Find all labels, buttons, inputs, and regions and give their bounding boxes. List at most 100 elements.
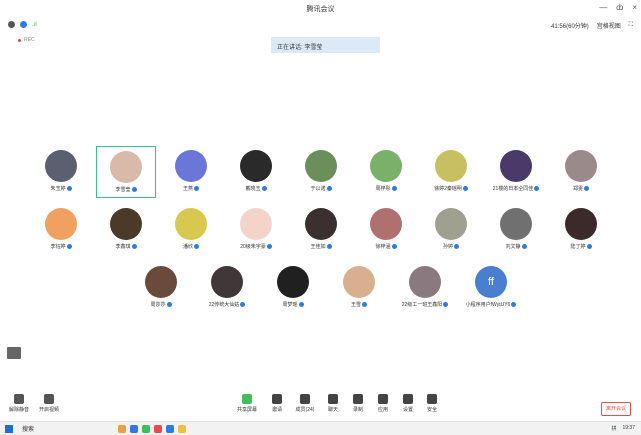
members-button[interactable]: 成员(24) bbox=[290, 394, 320, 413]
participant-name-label: 周梦瑶 bbox=[282, 302, 298, 308]
participant-tile[interactable]: 徐梓涵 bbox=[356, 204, 416, 256]
participant-tile[interactable]: 王燕 bbox=[161, 146, 221, 198]
windows-start-icon[interactable] bbox=[5, 425, 13, 433]
mic-muted-icon bbox=[521, 244, 527, 249]
signal-icon: .ıl bbox=[32, 21, 37, 28]
app-icon[interactable] bbox=[142, 425, 150, 433]
start-video-button[interactable]: 开启视频 bbox=[34, 394, 64, 413]
window-title: 腾讯会议 bbox=[306, 6, 335, 13]
participant-tile[interactable]: 21楼的日本仝同佳 bbox=[486, 146, 546, 198]
mic-muted-icon bbox=[266, 244, 272, 249]
participant-tile[interactable]: 周梓彤 bbox=[356, 146, 416, 198]
participant-tile[interactable]: 王佳如 bbox=[291, 204, 351, 256]
participant-name: 王雪 bbox=[329, 301, 389, 308]
participant-tile[interactable]: 刘文静 bbox=[486, 204, 546, 256]
participant-tile[interactable]: 李鑫琪 bbox=[96, 204, 156, 256]
avatar bbox=[435, 150, 467, 182]
participant-name-label: 李钰婷 bbox=[50, 244, 66, 250]
leave-meeting-button[interactable]: 离开会议 bbox=[601, 402, 631, 416]
chat-toggle-icon[interactable] bbox=[7, 347, 21, 359]
maximize-button[interactable]: ȸ bbox=[616, 3, 623, 12]
avatar bbox=[110, 208, 142, 240]
share-screen-icon bbox=[242, 394, 252, 404]
avatar bbox=[211, 266, 243, 298]
app-icon[interactable] bbox=[166, 425, 174, 433]
participant-tile[interactable]: 王雪 bbox=[329, 262, 389, 314]
avatar bbox=[45, 150, 77, 182]
taskbar-search[interactable]: 搜索 bbox=[22, 424, 34, 433]
fullscreen-icon[interactable]: ⛶ bbox=[629, 22, 633, 29]
avatar bbox=[565, 208, 597, 240]
mic-muted-icon bbox=[326, 186, 332, 191]
participant-name: 周梦瑶 bbox=[263, 301, 323, 308]
mic-muted-icon bbox=[362, 302, 367, 307]
security-icon bbox=[427, 394, 437, 404]
mic-muted-icon bbox=[194, 244, 199, 249]
invite-button[interactable]: 邀请 bbox=[262, 394, 292, 413]
info-icon[interactable] bbox=[8, 21, 15, 28]
app-icon[interactable] bbox=[130, 425, 138, 433]
camera-off-icon bbox=[44, 394, 54, 404]
participant-name-label: 孙婷 bbox=[442, 244, 453, 250]
app-icon[interactable] bbox=[154, 425, 162, 433]
participant-tile[interactable]: 潘欣 bbox=[161, 204, 221, 256]
participant-tile[interactable]: 朱玉婷 bbox=[31, 146, 91, 198]
participant-tile[interactable]: 周莎莎 bbox=[131, 262, 191, 314]
participant-tile[interactable]: 22级工一班王鑫阳 bbox=[395, 262, 455, 314]
avatar bbox=[175, 208, 207, 240]
avatar bbox=[409, 266, 441, 298]
share-screen-button[interactable]: 共享屏幕 bbox=[232, 394, 262, 413]
view-toggle[interactable]: 宫格视图 bbox=[597, 21, 621, 30]
participant-name-label: 于以诺 bbox=[310, 186, 326, 192]
app-icon[interactable] bbox=[118, 425, 126, 433]
shield-icon[interactable] bbox=[20, 21, 27, 28]
participant-tile[interactable]: 徐婷2秦瑶明 bbox=[421, 146, 481, 198]
participant-tile[interactable]: 孙婷 bbox=[421, 204, 481, 256]
participant-name-label: 王佳如 bbox=[310, 244, 326, 250]
participant-name: 于以诺 bbox=[291, 185, 351, 192]
mic-off-icon bbox=[14, 394, 24, 404]
app-icon[interactable] bbox=[178, 425, 186, 433]
apps-icon bbox=[378, 394, 388, 404]
mic-muted-icon bbox=[534, 186, 540, 191]
participant-name-label: 21楼的日本仝同佳 bbox=[492, 186, 534, 192]
avatar bbox=[370, 150, 402, 182]
invite-icon bbox=[272, 394, 282, 404]
participant-name: 郑雯 bbox=[551, 185, 611, 192]
avatar bbox=[500, 208, 532, 240]
network-status[interactable]: 41:56(60分钟) bbox=[551, 21, 589, 30]
ime-indicator[interactable]: 拼 bbox=[611, 425, 616, 432]
meeting-topbar: .ıl 41:56(60分钟) 宫格视图 ⛶ bbox=[0, 18, 641, 34]
participant-name: 徐梓涵 bbox=[356, 243, 416, 250]
participant-name-label: 周梓彤 bbox=[375, 186, 391, 192]
participant-tile[interactable]: 李钰婷 bbox=[31, 204, 91, 256]
participant-tile[interactable]: 郑雯 bbox=[551, 146, 611, 198]
avatar: ff bbox=[475, 266, 507, 298]
participant-tile[interactable]: 22传统大仙姑 bbox=[197, 262, 257, 314]
participant-name-label: 陆丁婷 bbox=[570, 244, 586, 250]
avatar bbox=[565, 150, 597, 182]
participant-name-label: 郑雯 bbox=[572, 186, 583, 192]
unmute-button[interactable]: 解除静音 bbox=[4, 394, 34, 413]
close-button[interactable]: × bbox=[632, 3, 637, 12]
participant-tile[interactable]: 陆丁婷 bbox=[551, 204, 611, 256]
participant-tile[interactable]: ff 小程序用户fWytUY6 bbox=[461, 262, 521, 314]
avatar bbox=[240, 208, 272, 240]
participant-tile[interactable]: 周梦瑶 bbox=[263, 262, 323, 314]
members-icon bbox=[300, 394, 310, 404]
participant-tile[interactable]: 戴晓玉 bbox=[226, 146, 286, 198]
participant-tile[interactable]: 20级朱宇豪 bbox=[226, 204, 286, 256]
mic-muted-icon bbox=[391, 244, 397, 249]
participant-name-label: 徐婷2秦瑶明 bbox=[434, 186, 462, 192]
avatar bbox=[305, 208, 337, 240]
participant-name: 朱玉婷 bbox=[31, 185, 91, 192]
participant-name: 潘欣 bbox=[161, 243, 221, 250]
security-button[interactable]: 安全 bbox=[417, 394, 447, 413]
participant-tile[interactable]: 李雪莹 bbox=[96, 146, 156, 198]
participant-tile[interactable]: 于以诺 bbox=[291, 146, 351, 198]
participant-name-label: 王雪 bbox=[350, 302, 361, 308]
participant-name-label: 潘欣 bbox=[182, 244, 193, 250]
participant-name-label: 小程序用户fWytUY6 bbox=[465, 302, 511, 308]
mic-muted-icon bbox=[326, 244, 332, 249]
minimize-button[interactable]: — bbox=[599, 3, 607, 12]
